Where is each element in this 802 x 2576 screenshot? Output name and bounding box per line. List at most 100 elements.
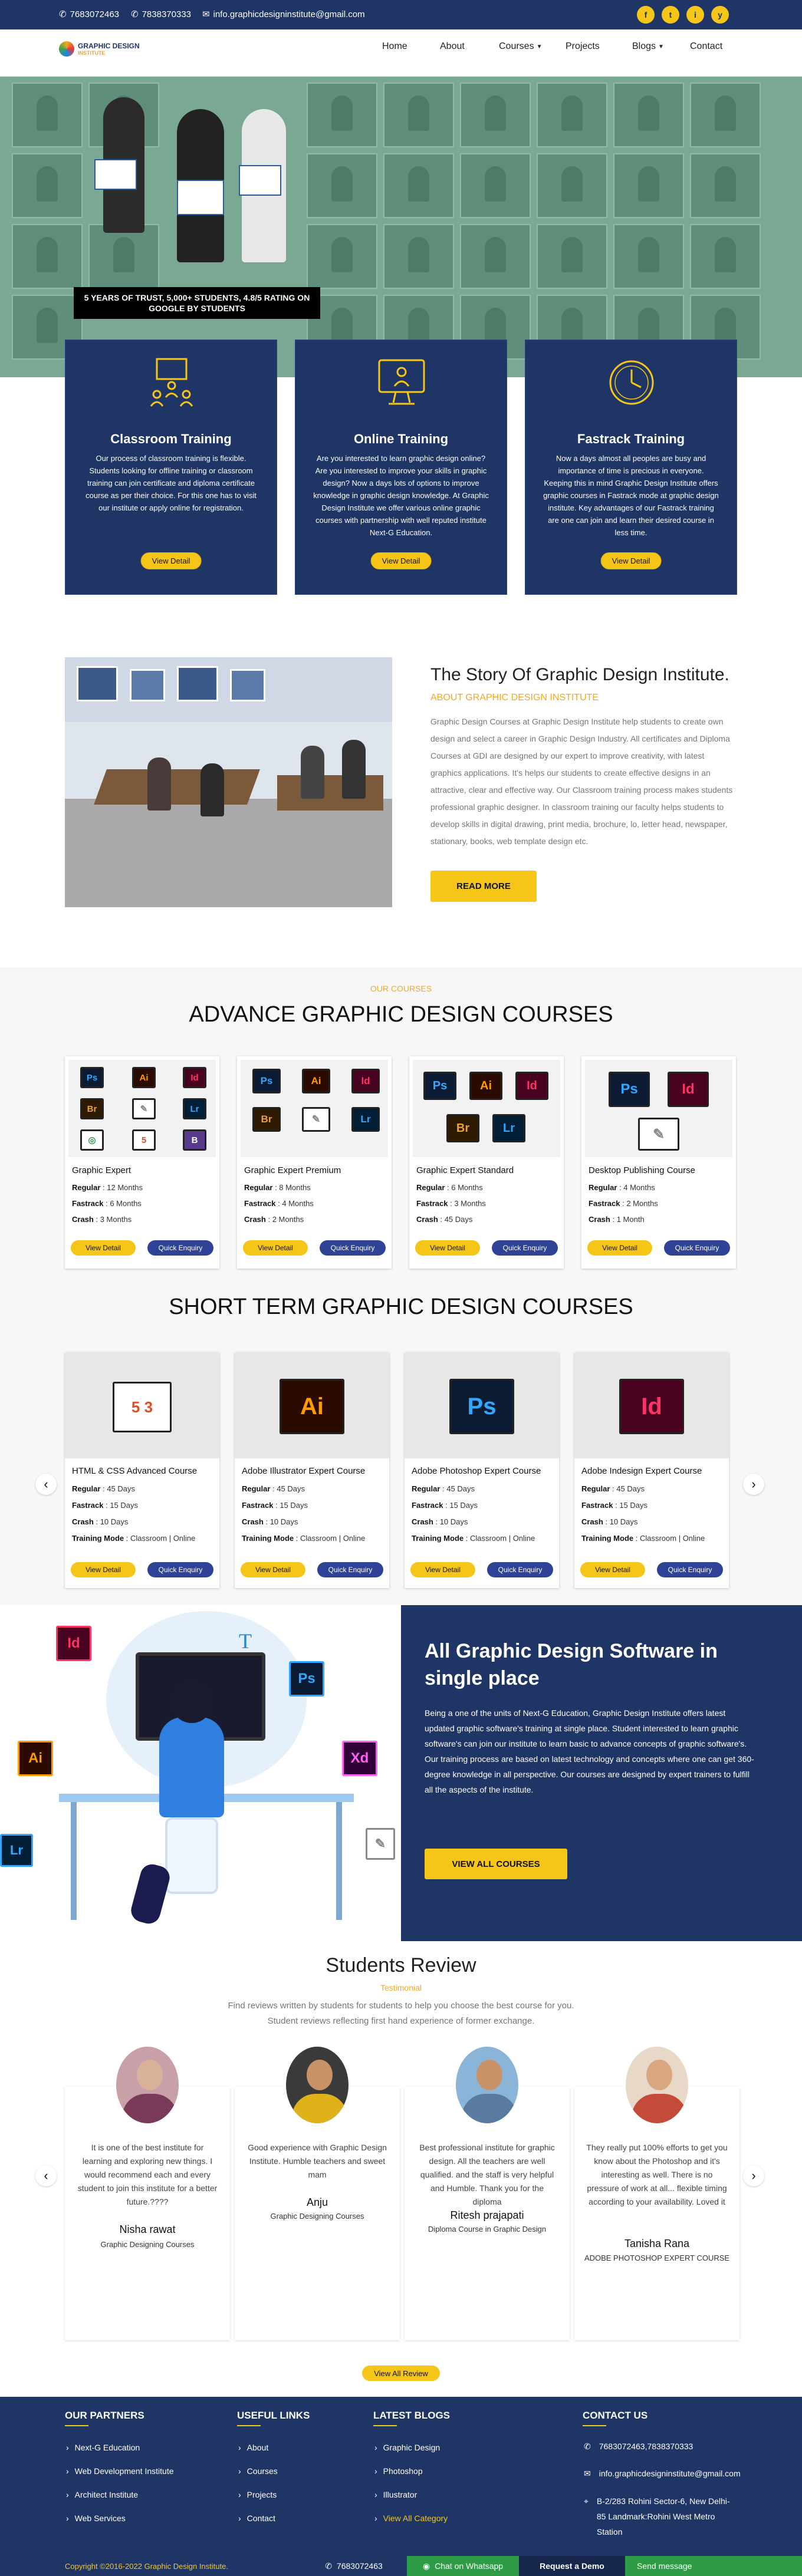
course-card: Ps Ai Id Br ✎ Lr Graphic Expert Premium … [237, 1056, 392, 1269]
hero-photo-tile [383, 224, 454, 289]
top-phone-1[interactable]: ✆ 7683072463 [59, 9, 119, 20]
top-email[interactable]: ✉ info.graphicdesigninstitute@gmail.com [202, 9, 365, 20]
view-detail-button[interactable]: View Detail [587, 1240, 652, 1256]
photoshop-icon: Ps [423, 1072, 456, 1100]
hero-photo-tile [88, 224, 159, 289]
footer-address: ⌖ B-2/283 Rohini Sector-6, New Delhi-85 L… [584, 2493, 731, 2539]
course-image: Ps Id ✎ [585, 1060, 732, 1157]
view-detail-button[interactable]: View Detail [370, 552, 432, 569]
classroom-photo [65, 657, 392, 907]
course-card: Ps Ai Id Br ✎ Lr ◎ 5 B Graphic Expert Re… [65, 1056, 219, 1269]
view-detail-button[interactable]: View Detail [415, 1240, 480, 1256]
quick-enquiry-button[interactable]: Quick Enquiry [147, 1562, 213, 1577]
view-detail-button[interactable]: View Detail [243, 1240, 308, 1256]
youtube-icon[interactable]: y [711, 6, 729, 24]
mail-icon: ✉ [584, 2469, 591, 2478]
lightroom-icon: Lr [351, 1107, 380, 1132]
corel-icon: ✎ [366, 1828, 395, 1860]
footer-phone[interactable]: ✆ 7683072463,7838370333 [584, 2442, 693, 2452]
facebook-icon[interactable]: f [637, 6, 655, 24]
hero-photo-tile [383, 153, 454, 218]
short-course-card: Id Adobe Indesign Expert Course Regular … [574, 1352, 729, 1588]
online-training-card: Online Training Are you interested to le… [295, 340, 507, 595]
course-card: Ps Id ✎ Desktop Publishing Course Regula… [581, 1056, 736, 1269]
course-image: Ps [405, 1352, 559, 1458]
course-image: Ps Ai Id Br Lr [413, 1060, 560, 1157]
footer-blog-link[interactable]: Photoshop [374, 2466, 423, 2476]
footer-partner-link[interactable]: Next-G Education [66, 2443, 140, 2452]
view-detail-button[interactable]: View Detail [71, 1562, 136, 1577]
view-all-courses-button[interactable]: VIEW ALL COURSES [425, 1849, 567, 1879]
quick-enquiry-button[interactable]: Quick Enquiry [487, 1562, 553, 1577]
view-detail-button[interactable]: View Detail [241, 1562, 305, 1577]
footer-useful-link[interactable]: Projects [238, 2490, 277, 2499]
site-logo[interactable]: GRAPHIC DESIGN INSTITUTE [59, 41, 140, 57]
top-phone-2[interactable]: ✆ 7838370333 [131, 9, 191, 20]
view-detail-button[interactable]: View Detail [580, 1562, 645, 1577]
quick-enquiry-button[interactable]: Quick Enquiry [657, 1562, 723, 1577]
review-prev-arrow[interactable]: ‹ [35, 2165, 57, 2186]
hero-caption: 5 YEARS OF TRUST, 5,000+ STUDENTS, 4.8/5… [74, 287, 320, 319]
view-detail-button[interactable]: View Detail [410, 1562, 475, 1577]
nav-contact[interactable]: Contact [690, 41, 722, 52]
nav-about[interactable]: About [440, 41, 465, 52]
send-message-button[interactable]: Send message [625, 2556, 802, 2576]
footer-blog-link[interactable]: Illustrator [374, 2490, 418, 2499]
view-detail-button[interactable]: View Detail [71, 1240, 136, 1256]
call-button[interactable]: ✆ 7683072463 [301, 2556, 407, 2576]
quick-enquiry-button[interactable]: Quick Enquiry [492, 1240, 558, 1256]
nav-projects[interactable]: Projects [566, 41, 600, 52]
illustrator-icon: Ai [469, 1072, 502, 1100]
course-image: Ai [235, 1352, 389, 1458]
photoshop-icon: Ps [252, 1069, 281, 1093]
short-term-courses-title: SHORT TERM GRAPHIC DESIGN COURSES [169, 1294, 633, 1319]
footer-useful-link[interactable]: Contact [238, 2514, 275, 2523]
fastrack-training-card: Fastrack Training Now a days almost all … [525, 340, 737, 595]
course-card: Ps Ai Id Br Lr Graphic Expert Standard R… [409, 1056, 564, 1269]
read-more-button[interactable]: READ MORE [430, 871, 537, 902]
designer-illustration: Id Ps Ai Xd Lr ✎ T [0, 1605, 401, 1941]
quick-enquiry-button[interactable]: Quick Enquiry [664, 1240, 730, 1256]
illustrator-icon: Ai [302, 1069, 330, 1093]
advance-courses-title: ADVANCE GRAPHIC DESIGN COURSES [189, 1002, 613, 1027]
footer-partner-link[interactable]: Architect Institute [66, 2490, 138, 2499]
instagram-icon[interactable]: i [686, 6, 704, 24]
footer-blog-link[interactable]: View All Category [374, 2514, 448, 2523]
quick-enquiry-button[interactable]: Quick Enquiry [320, 1240, 386, 1256]
request-demo-button[interactable]: Request a Demo [519, 2556, 625, 2576]
footer-partner-link[interactable]: Web Development Institute [66, 2466, 174, 2476]
hero-photo-tile [537, 224, 607, 289]
hero-photo-tile [460, 224, 531, 289]
course-image: 5 3 [65, 1352, 219, 1458]
photoshop-icon: Ps [609, 1072, 650, 1107]
nav-courses[interactable]: Courses ▼ [499, 41, 542, 52]
footer-useful-link[interactable]: Courses [238, 2466, 278, 2476]
whatsapp-button[interactable]: ◉ Chat on Whatsapp [407, 2556, 519, 2576]
short-course-card: Ai Adobe Illustrator Expert Course Regul… [235, 1352, 389, 1588]
xd-icon: Xd [342, 1741, 377, 1776]
carousel-prev-arrow[interactable]: ‹ [35, 1474, 57, 1495]
quick-enquiry-button[interactable]: Quick Enquiry [147, 1240, 213, 1256]
footer-partner-link[interactable]: Web Services [66, 2514, 126, 2523]
view-detail-button[interactable]: View Detail [600, 552, 662, 569]
review-card: They really put 100% efforts to get you … [574, 2044, 739, 2340]
reviews-title: Students Review [326, 1954, 476, 1977]
nav-blogs[interactable]: Blogs ▼ [632, 41, 664, 52]
quick-enquiry-button[interactable]: Quick Enquiry [317, 1562, 383, 1577]
twitter-icon[interactable]: t [662, 6, 679, 24]
hero-photo-tile [537, 83, 607, 147]
view-detail-button[interactable]: View Detail [140, 552, 202, 569]
bridge-icon: Br [446, 1114, 479, 1142]
review-next-arrow[interactable]: › [743, 2165, 764, 2186]
lightroom-icon: Lr [183, 1098, 206, 1119]
footer-email[interactable]: ✉ info.graphicdesigninstitute@gmail.com [584, 2469, 741, 2479]
photoshop-icon: Ps [449, 1379, 514, 1434]
footer-useful-link[interactable]: About [238, 2443, 269, 2452]
indesign-icon: Id [56, 1626, 91, 1661]
footer-blog-link[interactable]: Graphic Design [374, 2443, 441, 2452]
view-all-review-button[interactable]: View All Review [362, 2366, 440, 2381]
mail-icon: ✉ [202, 9, 210, 19]
nav-home[interactable]: Home [382, 41, 407, 52]
carousel-next-arrow[interactable]: › [743, 1474, 764, 1495]
phone-icon: ✆ [584, 2442, 591, 2451]
